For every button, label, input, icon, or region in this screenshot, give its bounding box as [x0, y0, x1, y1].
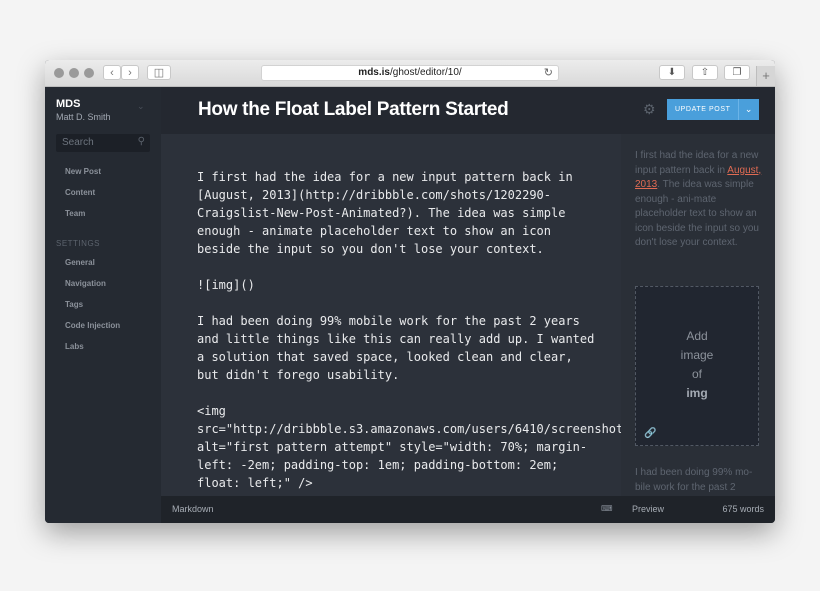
- update-post-button[interactable]: UPDATE POST ⌄: [667, 99, 759, 120]
- sidebar-item-general[interactable]: General: [65, 258, 95, 267]
- blog-name[interactable]: MDS: [56, 98, 80, 110]
- user-name[interactable]: Matt D. Smith: [56, 112, 111, 122]
- search-placeholder: Search: [62, 137, 94, 148]
- image-upload-placeholder[interactable]: Add image of img 🔗: [635, 286, 759, 446]
- address-bar[interactable]: mds.is/ghost/editor/10/ ↻: [261, 65, 559, 81]
- link-icon[interactable]: 🔗: [644, 428, 656, 439]
- editor-paragraph[interactable]: I first had the idea for a new input pat…: [197, 168, 597, 258]
- tabs-button[interactable]: ❐: [724, 65, 750, 80]
- preview-label: Preview: [632, 504, 665, 514]
- editor-paragraph[interactable]: <img src="http://dribbble.s3.amazonaws.c…: [197, 402, 621, 492]
- search-input[interactable]: Search ⚲: [56, 134, 150, 152]
- chevron-right-icon: ›: [128, 67, 132, 79]
- image-upload-text: Add image of img: [636, 327, 758, 403]
- editor-paragraph[interactable]: I had been doing 99% mobile work for the…: [197, 312, 597, 384]
- forward-button[interactable]: ›: [121, 65, 139, 80]
- keyboard-icon[interactable]: ⌨: [601, 504, 613, 513]
- sidebar-item-content[interactable]: Content: [65, 188, 95, 197]
- browser-toolbar: ‹ › ◫ mds.is/ghost/editor/10/ ↻ ⬇ ⇧ ❐ +: [45, 60, 775, 87]
- minimize-window-button[interactable]: [69, 68, 79, 78]
- sidebar-item-code-injection[interactable]: Code Injection: [65, 321, 120, 330]
- url-host: mds.is: [358, 67, 390, 78]
- sidebar-item-tags[interactable]: Tags: [65, 300, 83, 309]
- download-icon: ⬇: [667, 67, 677, 78]
- zoom-window-button[interactable]: [84, 68, 94, 78]
- reload-icon[interactable]: ↻: [544, 66, 553, 80]
- editor-header: How the Float Label Pattern Started ⚙ UP…: [161, 87, 775, 134]
- gear-icon[interactable]: ⚙: [643, 101, 656, 118]
- image-upload-add: Add: [686, 329, 708, 343]
- back-button[interactable]: ‹: [103, 65, 121, 80]
- sidebar-item-labs[interactable]: Labs: [65, 342, 84, 351]
- sidebar-toggle-button[interactable]: ◫: [147, 65, 171, 80]
- chevron-down-icon[interactable]: ⌄: [738, 99, 759, 120]
- tabs-icon: ❐: [732, 67, 742, 78]
- image-upload-of: of: [691, 367, 702, 381]
- editor-paragraph[interactable]: ![img](): [197, 276, 597, 294]
- markdown-editor[interactable]: I first had the idea for a new input pat…: [161, 134, 621, 496]
- sidebar: MDS Matt D. Smith ⌄ Search ⚲ New Post Co…: [45, 87, 161, 523]
- word-count: 675 words: [722, 504, 764, 514]
- sidebar-item-new-post[interactable]: New Post: [65, 167, 101, 176]
- share-button[interactable]: ⇧: [692, 65, 718, 80]
- editor-footer: Markdown ⌨ Preview 675 words: [161, 496, 775, 523]
- markdown-help-link[interactable]: Markdown: [172, 504, 214, 514]
- share-icon: ⇧: [700, 67, 710, 78]
- editor-content[interactable]: I first had the idea for a new input pat…: [197, 168, 621, 496]
- sidebar-item-navigation[interactable]: Navigation: [65, 279, 106, 288]
- preview-paragraph: I had been doing 99% mo-bile work for th…: [635, 467, 753, 493]
- preview-pane: I first had the idea for a new input pat…: [621, 134, 775, 496]
- settings-section-label: SETTINGS: [56, 239, 101, 248]
- sidebar-icon: ◫: [153, 67, 165, 79]
- chevron-down-icon[interactable]: ⌄: [137, 101, 145, 112]
- search-icon: ⚲: [137, 136, 145, 147]
- url-path: /ghost/editor/10/: [389, 67, 462, 78]
- sidebar-item-team[interactable]: Team: [65, 209, 85, 218]
- image-upload-image: image: [680, 348, 714, 362]
- post-title[interactable]: How the Float Label Pattern Started: [198, 99, 509, 121]
- browser-window: ‹ › ◫ mds.is/ghost/editor/10/ ↻ ⬇ ⇧ ❐ + …: [45, 60, 775, 523]
- chevron-left-icon: ‹: [110, 67, 114, 79]
- preview-paragraph: I first had the idea for a new input pat…: [635, 149, 763, 251]
- downloads-button[interactable]: ⬇: [659, 65, 685, 80]
- close-window-button[interactable]: [54, 68, 64, 78]
- image-upload-name: img: [686, 386, 708, 400]
- update-post-label: UPDATE POST: [675, 106, 731, 113]
- new-tab-button[interactable]: +: [756, 66, 775, 86]
